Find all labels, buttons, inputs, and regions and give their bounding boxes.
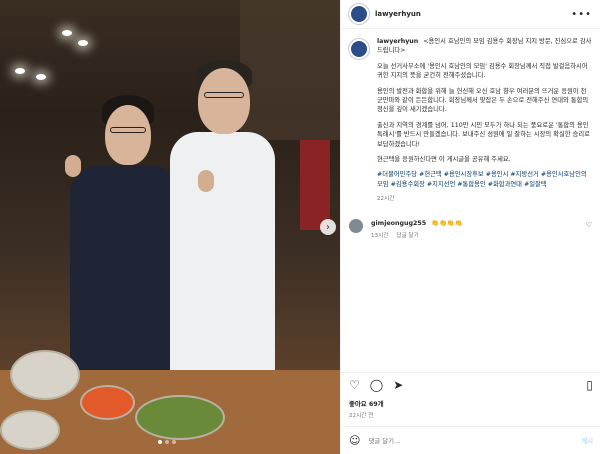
- action-icons: ♡ ◯ ➤ ▯: [349, 379, 593, 391]
- caption: lawyerhyun <용인시 호남인의 모임 김용수 회장님 지지 방문, 진…: [349, 37, 592, 205]
- chevron-right-icon[interactable]: ›: [320, 219, 336, 235]
- comments-scroll[interactable]: lawyerhyun <용인시 호남인의 모임 김용수 회장님 지지 방문, 진…: [341, 29, 600, 369]
- person-right: [170, 60, 280, 400]
- red-banner: [300, 140, 330, 230]
- caption-paragraph: 현근택을 응원하신다면 이 게시글을 공유해 주세요.: [377, 156, 511, 164]
- bowl: [80, 385, 135, 420]
- caption-paragraph: 오늘 선거사무소에 '용인시 호남인의 모임' 김용수 회장님께서 직접 발걸음…: [377, 62, 588, 80]
- ceiling-light: [78, 40, 88, 46]
- ceiling-light: [36, 74, 46, 80]
- more-options-icon[interactable]: •••: [571, 9, 592, 20]
- post-header: lawyerhyun •••: [341, 0, 600, 29]
- thumbs-up-hand: [65, 155, 81, 177]
- post-photo[interactable]: ›: [0, 0, 340, 454]
- share-icon[interactable]: ➤: [393, 379, 403, 391]
- post-actions: ♡ ◯ ➤ ▯ 좋아요 69개 22시간 전: [341, 372, 600, 419]
- ceiling-light: [15, 68, 25, 74]
- comment: gimjeongug255 👏👏👏👏 13시간 답글 달기 ♡: [349, 218, 592, 241]
- avatar[interactable]: [349, 218, 363, 233]
- ceiling-light: [62, 30, 72, 36]
- comment-text: 👏👏👏👏: [431, 219, 463, 227]
- caption-paragraph: 출신과 지역의 경계를 넘어, 110만 시민 모두가 하나 되는 풍요로운 '…: [377, 121, 590, 148]
- comment-meta: 13시간 답글 달기: [371, 232, 586, 241]
- comment-username[interactable]: gimjeongug255: [371, 220, 426, 227]
- post-details: lawyerhyun ••• lawyerhyun <용인시 호남인의 모임 김…: [340, 0, 600, 454]
- username[interactable]: lawyerhyun: [375, 10, 421, 18]
- carousel-dot: [165, 440, 169, 444]
- comment-heart-icon[interactable]: ♡: [586, 221, 592, 229]
- caption-body: lawyerhyun <용인시 호남인의 모임 김용수 회장님 지지 방문, 진…: [377, 37, 592, 205]
- comment-body: gimjeongug255 👏👏👏👏 13시간 답글 달기: [371, 219, 586, 241]
- bowl: [0, 410, 60, 450]
- thumbs-up-hand: [198, 170, 214, 192]
- heart-icon[interactable]: ♡: [349, 379, 360, 391]
- avatar[interactable]: [349, 4, 369, 24]
- post-button[interactable]: 게시: [581, 436, 593, 445]
- comment-input[interactable]: [368, 436, 582, 445]
- comment-input-bar: ☺ 게시: [341, 426, 600, 454]
- hashtags[interactable]: #더불어민주당 #현근택 #용인시장후보 #용인시 #지방선거 #용인시호남인의…: [377, 170, 592, 189]
- comment-time: 13시간: [371, 232, 389, 239]
- comment-icon[interactable]: ◯: [370, 379, 383, 391]
- carousel-dots: [158, 440, 176, 444]
- caption-username[interactable]: lawyerhyun: [377, 38, 418, 45]
- avatar[interactable]: [349, 39, 369, 59]
- likes-count[interactable]: 좋아요 69개: [349, 399, 593, 408]
- carousel-dot: [158, 440, 162, 444]
- emoji-icon[interactable]: ☺: [349, 434, 360, 447]
- bookmark-icon[interactable]: ▯: [586, 379, 593, 391]
- photo-scene: [0, 0, 340, 454]
- caption-time: 22시간: [377, 196, 395, 203]
- caption-paragraph: 용인의 발전과 화합을 위해 늘 헌신해 오신 호남 향우 여러분의 뜨거운 응…: [377, 87, 589, 114]
- bowl: [10, 350, 80, 400]
- carousel-dot: [172, 440, 176, 444]
- bowl: [135, 395, 225, 440]
- reply-button[interactable]: 답글 달기: [396, 232, 418, 241]
- post-time: 22시간 전: [349, 413, 374, 419]
